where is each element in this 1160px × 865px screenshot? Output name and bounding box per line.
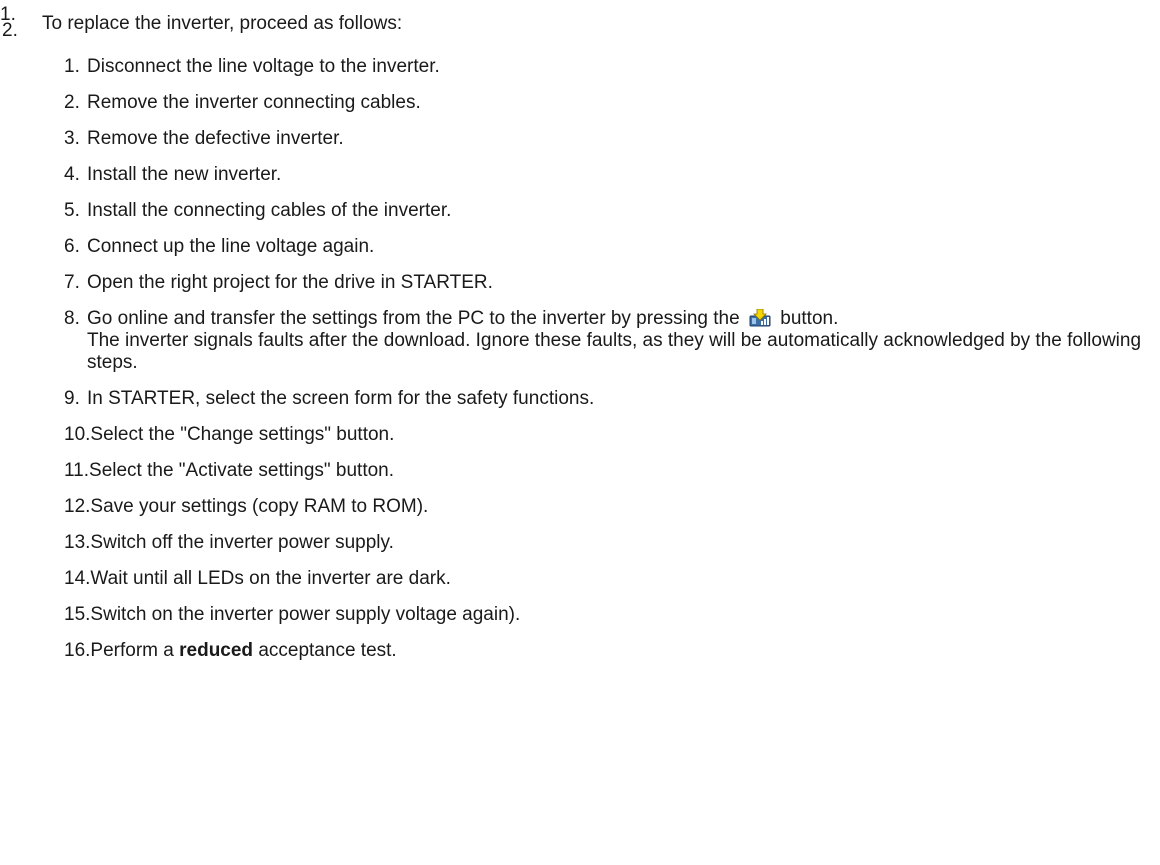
step-1: 1. Disconnect the line voltage to the in… <box>64 56 1154 78</box>
step-10: 10. Select the "Change settings" button. <box>64 424 1154 446</box>
step-text-part: The inverter signals faults after the do… <box>87 330 1142 373</box>
step-14: 14. Wait until all LEDs on the inverter … <box>64 568 1154 590</box>
step-number: 8. <box>64 308 80 329</box>
step-number: 13. <box>64 532 91 553</box>
step-number: 14. <box>64 568 91 589</box>
outer-number-2: 2. <box>2 20 18 41</box>
download-to-device-icon <box>749 308 771 327</box>
step-number: 6. <box>64 236 80 257</box>
step-number: 3. <box>64 128 80 149</box>
step-text: Disconnect the line voltage to the inver… <box>87 56 440 77</box>
step-text: Remove the inverter connecting cables. <box>87 92 421 113</box>
step-text: Open the right project for the drive in … <box>87 272 493 293</box>
step-text: Switch on the inverter power supply volt… <box>90 604 521 625</box>
emphasis-text: reduced <box>179 640 254 661</box>
step-text-part: button. <box>780 308 839 329</box>
step-16: 16. Perform a reduced acceptance test. <box>64 640 1154 662</box>
step-7: 7. Open the right project for the drive … <box>64 272 1154 294</box>
step-text: In STARTER, select the screen form for t… <box>87 388 595 409</box>
step-text: Select the "Change settings" button. <box>90 424 395 445</box>
step-number: 4. <box>64 164 80 185</box>
step-text: Go online and transfer the settings from… <box>87 308 1154 374</box>
step-number: 9. <box>64 388 80 409</box>
step-text-part: Perform a <box>90 640 174 661</box>
step-number: 11. <box>64 460 90 481</box>
step-number: 2. <box>64 92 80 113</box>
step-number: 15. <box>64 604 91 625</box>
step-text: Wait until all LEDs on the inverter are … <box>90 568 451 589</box>
step-9: 9. In STARTER, select the screen form fo… <box>64 388 1154 410</box>
step-text: Install the connecting cables of the inv… <box>87 200 452 221</box>
step-6: 6. Connect up the line voltage again. <box>64 236 1154 258</box>
step-number: 1. <box>64 56 80 77</box>
step-5: 5. Install the connecting cables of the … <box>64 200 1154 222</box>
step-text: Switch off the inverter power supply. <box>90 532 394 553</box>
step-number: 12. <box>64 496 91 517</box>
step-number: 7. <box>64 272 80 293</box>
step-number: 10. <box>64 424 91 445</box>
step-number: 16. <box>64 640 91 661</box>
step-text: Perform a reduced acceptance test. <box>90 640 1154 662</box>
step-text: Remove the defective inverter. <box>87 128 344 149</box>
step-12: 12. Save your settings (copy RAM to ROM)… <box>64 496 1154 518</box>
step-list: 1. Disconnect the line voltage to the in… <box>64 56 1154 676</box>
step-2: 2. Remove the inverter connecting cables… <box>64 92 1154 114</box>
step-13: 13. Switch off the inverter power supply… <box>64 532 1154 554</box>
step-text: Install the new inverter. <box>87 164 282 185</box>
step-text: Connect up the line voltage again. <box>87 236 375 257</box>
step-text: Select the "Activate settings" button. <box>89 460 395 481</box>
step-8: 8. Go online and transfer the settings f… <box>64 308 1154 374</box>
step-number: 5. <box>64 200 80 221</box>
step-text-part: Go online and transfer the settings from… <box>87 308 740 329</box>
step-text: Save your settings (copy RAM to ROM). <box>90 496 429 517</box>
step-3: 3. Remove the defective inverter. <box>64 128 1154 150</box>
step-15: 15. Switch on the inverter power supply … <box>64 604 1154 626</box>
step-11: 11. Select the "Activate settings" butto… <box>64 460 1154 482</box>
step-4: 4. Install the new inverter. <box>64 164 1154 186</box>
intro-text: To replace the inverter, proceed as foll… <box>42 13 403 34</box>
step-text-part: acceptance test. <box>258 640 397 661</box>
